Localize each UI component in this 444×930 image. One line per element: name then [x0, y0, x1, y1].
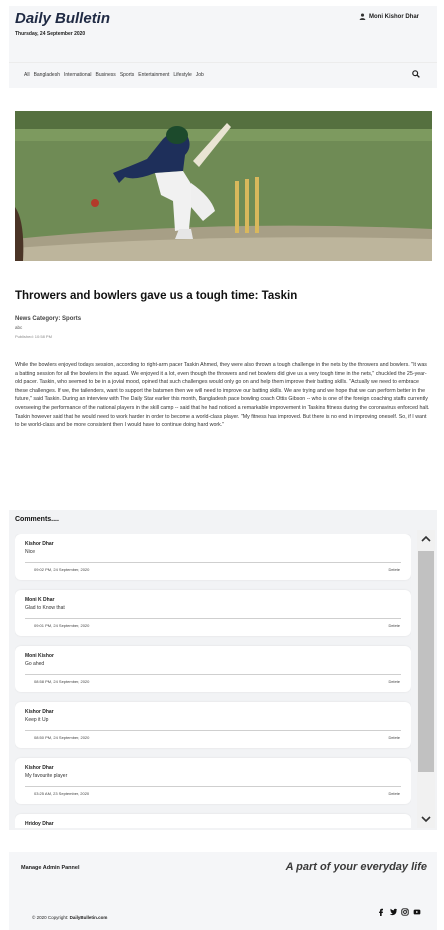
nav-item-business[interactable]: Business — [96, 72, 116, 78]
comment-time: 09:01 PM, 24 September, 2020 — [34, 623, 90, 628]
site-header: Daily Bulletin Thursday, 24 September 20… — [9, 6, 437, 62]
comments-section: Comments.... Kishor Dhar Nice 09:02 PM, … — [9, 510, 437, 830]
comment-author: Kishor Dhar — [25, 541, 54, 547]
site-brand[interactable]: Daily Bulletin — [15, 10, 110, 27]
comment-author: Hridoy Dhar — [25, 821, 54, 827]
comment-divider — [25, 562, 401, 563]
comment-time: 03:25 AM, 23 September, 2020 — [34, 791, 90, 796]
delete-comment-button[interactable]: Delete — [388, 567, 400, 572]
nav-item-international[interactable]: International — [64, 72, 92, 78]
nav-item-all[interactable]: All — [24, 72, 30, 78]
chevron-up-icon[interactable] — [417, 530, 435, 548]
delete-comment-button[interactable]: Delete — [388, 735, 400, 740]
comment-divider — [25, 674, 401, 675]
site-footer: Manage Admin Pannel A part of your every… — [9, 852, 437, 930]
delete-comment-button[interactable]: Delete — [388, 623, 400, 628]
comment-list[interactable]: Kishor Dhar Nice 09:02 PM, 24 September,… — [15, 534, 411, 828]
comment-card: Kishor Dhar My favourite player 03:25 AM… — [15, 758, 411, 804]
comment-card: Moni K Dhar Glad to Know that 09:01 PM, … — [15, 590, 411, 636]
nav-item-bangladesh[interactable]: Bangladesh — [34, 72, 60, 78]
facebook-icon[interactable] — [377, 903, 385, 916]
footer-tagline: A part of your everyday life — [285, 861, 427, 873]
copyright-site-link[interactable]: DailyBulletin.com — [70, 915, 108, 920]
comments-scrollbar[interactable] — [417, 530, 435, 828]
article-hero-image — [15, 111, 432, 261]
comment-time: 08:50 PM, 24 September, 2020 — [34, 735, 90, 740]
nav-item-job[interactable]: Job — [196, 72, 204, 78]
comment-author: Kishor Dhar — [25, 709, 54, 715]
manage-admin-link[interactable]: Manage Admin Pannel — [21, 865, 79, 871]
article-title: Throwers and bowlers gave us a tough tim… — [15, 290, 298, 302]
chevron-down-icon[interactable] — [417, 810, 435, 828]
comment-author: Moni K Dhar — [25, 597, 55, 603]
social-links — [377, 903, 421, 916]
user-name: Moni Kishor Dhar — [368, 13, 419, 20]
comment-card: Hridoy Dhar — [15, 814, 411, 828]
comment-card: Kishor Dhar Nice 09:02 PM, 24 September,… — [15, 534, 411, 580]
comment-card: Moni Kishor Go ahed 08:58 PM, 24 Septemb… — [15, 646, 411, 692]
user-icon — [359, 13, 366, 20]
comment-card: Kishor Dhar Keep it Up 08:50 PM, 24 Sept… — [15, 702, 411, 748]
category-label: News Category: — [15, 316, 61, 322]
comment-text: Glad to Know that — [25, 605, 65, 611]
delete-comment-button[interactable]: Delete — [388, 679, 400, 684]
comment-author: Moni Kishor — [25, 653, 54, 659]
comment-text: Go ahed — [25, 661, 45, 667]
comment-time: 09:02 PM, 24 September, 2020 — [34, 567, 90, 572]
article-author: abc — [15, 325, 23, 330]
comment-author: Kishor Dhar — [25, 765, 54, 771]
nav-item-sports[interactable]: Sports — [120, 72, 134, 78]
copyright-prefix: © 2020 Copyright: — [32, 915, 69, 920]
article-category: News Category: Sports — [15, 316, 81, 322]
instagram-icon[interactable] — [401, 903, 409, 916]
copyright: © 2020 Copyright: DailyBulletin.com — [32, 915, 107, 920]
current-date: Thursday, 24 September 2020 — [15, 31, 86, 37]
youtube-icon[interactable] — [413, 903, 421, 915]
category-value[interactable]: Sports — [62, 316, 81, 322]
comment-divider — [25, 786, 401, 787]
nav-item-entertainment[interactable]: Entertainment — [138, 72, 169, 78]
article-published-time: Published: 10:58 PM — [15, 334, 52, 339]
comment-text: My favourite player — [25, 773, 68, 779]
comment-divider — [25, 730, 401, 731]
comments-heading: Comments.... — [15, 516, 59, 523]
article-body: While the bowlers enjoyed todays session… — [15, 362, 430, 429]
comment-time: 08:58 PM, 24 September, 2020 — [34, 679, 90, 684]
comment-text: Nice — [25, 549, 36, 555]
comment-text: Keep it Up — [25, 717, 49, 723]
comment-divider — [25, 618, 401, 619]
category-nav: All Bangladesh International Business Sp… — [9, 62, 437, 88]
search-icon[interactable] — [412, 70, 420, 78]
delete-comment-button[interactable]: Delete — [388, 791, 400, 796]
nav-item-lifestyle[interactable]: Lifestyle — [173, 72, 191, 78]
twitter-icon[interactable] — [389, 903, 397, 916]
scrollbar-thumb[interactable] — [418, 551, 434, 772]
user-menu[interactable]: Moni Kishor Dhar — [359, 13, 419, 20]
